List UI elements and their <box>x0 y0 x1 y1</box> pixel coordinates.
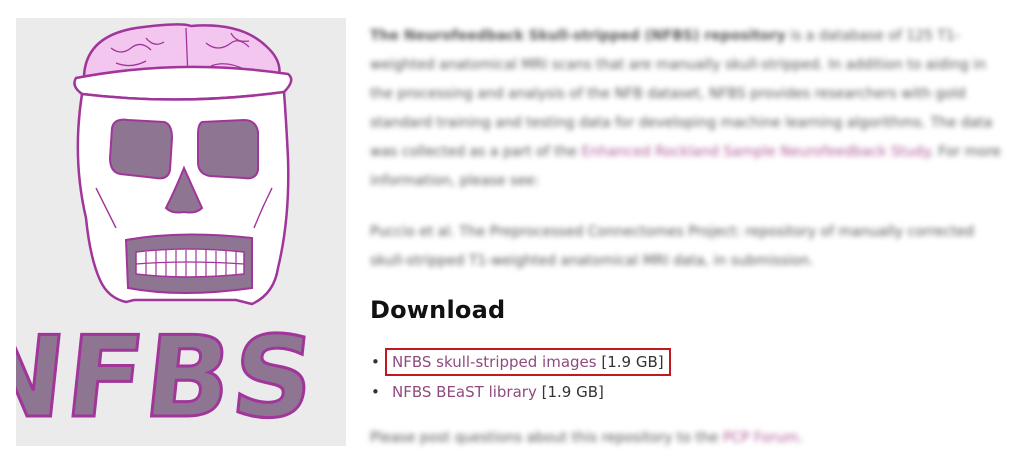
intro-repo-name: The Neurofeedback Skull-stripped (NFBS) … <box>370 28 786 44</box>
rockland-study-link[interactable]: Enhanced Rockland Sample Neurofeedback S… <box>581 144 929 160</box>
left-eye-socket <box>108 118 174 180</box>
intro-body: is a database of 125 T1-weighted anatomi… <box>370 28 993 160</box>
questions-prefix: Please post questions about this reposit… <box>370 430 723 446</box>
questions-paragraph: Please post questions about this reposit… <box>370 424 1010 453</box>
citation-paragraph: Puccio et al. The Preprocessed Connectom… <box>370 224 975 269</box>
download-heading: Download <box>370 296 506 324</box>
download-item-skull-stripped: NFBS skull-stripped images [1.9 GB] <box>370 347 671 377</box>
download-size: [1.9 GB] <box>601 353 664 371</box>
pcp-forum-link[interactable]: PCP Forum <box>723 430 799 446</box>
questions-suffix: . <box>798 430 803 446</box>
download-list: NFBS skull-stripped images [1.9 GB] NFBS… <box>370 347 671 407</box>
highlight-box: NFBS skull-stripped images [1.9 GB] <box>385 348 671 376</box>
skull-stripped-images-link[interactable]: NFBS skull-stripped images <box>392 353 597 371</box>
skull-logo-image: NFBS <box>16 23 324 444</box>
intro-paragraph: The Neurofeedback Skull-stripped (NFBS) … <box>370 22 1010 196</box>
nfbs-logo: NFBS <box>16 18 346 446</box>
logo-text: NFBS <box>16 313 322 443</box>
download-size: [1.9 GB] <box>541 383 604 401</box>
download-item-beast-library: NFBS BEaST library [1.9 GB] <box>370 377 671 407</box>
right-eye-socket <box>197 118 259 180</box>
beast-library-link[interactable]: NFBS BEaST library <box>392 383 537 401</box>
